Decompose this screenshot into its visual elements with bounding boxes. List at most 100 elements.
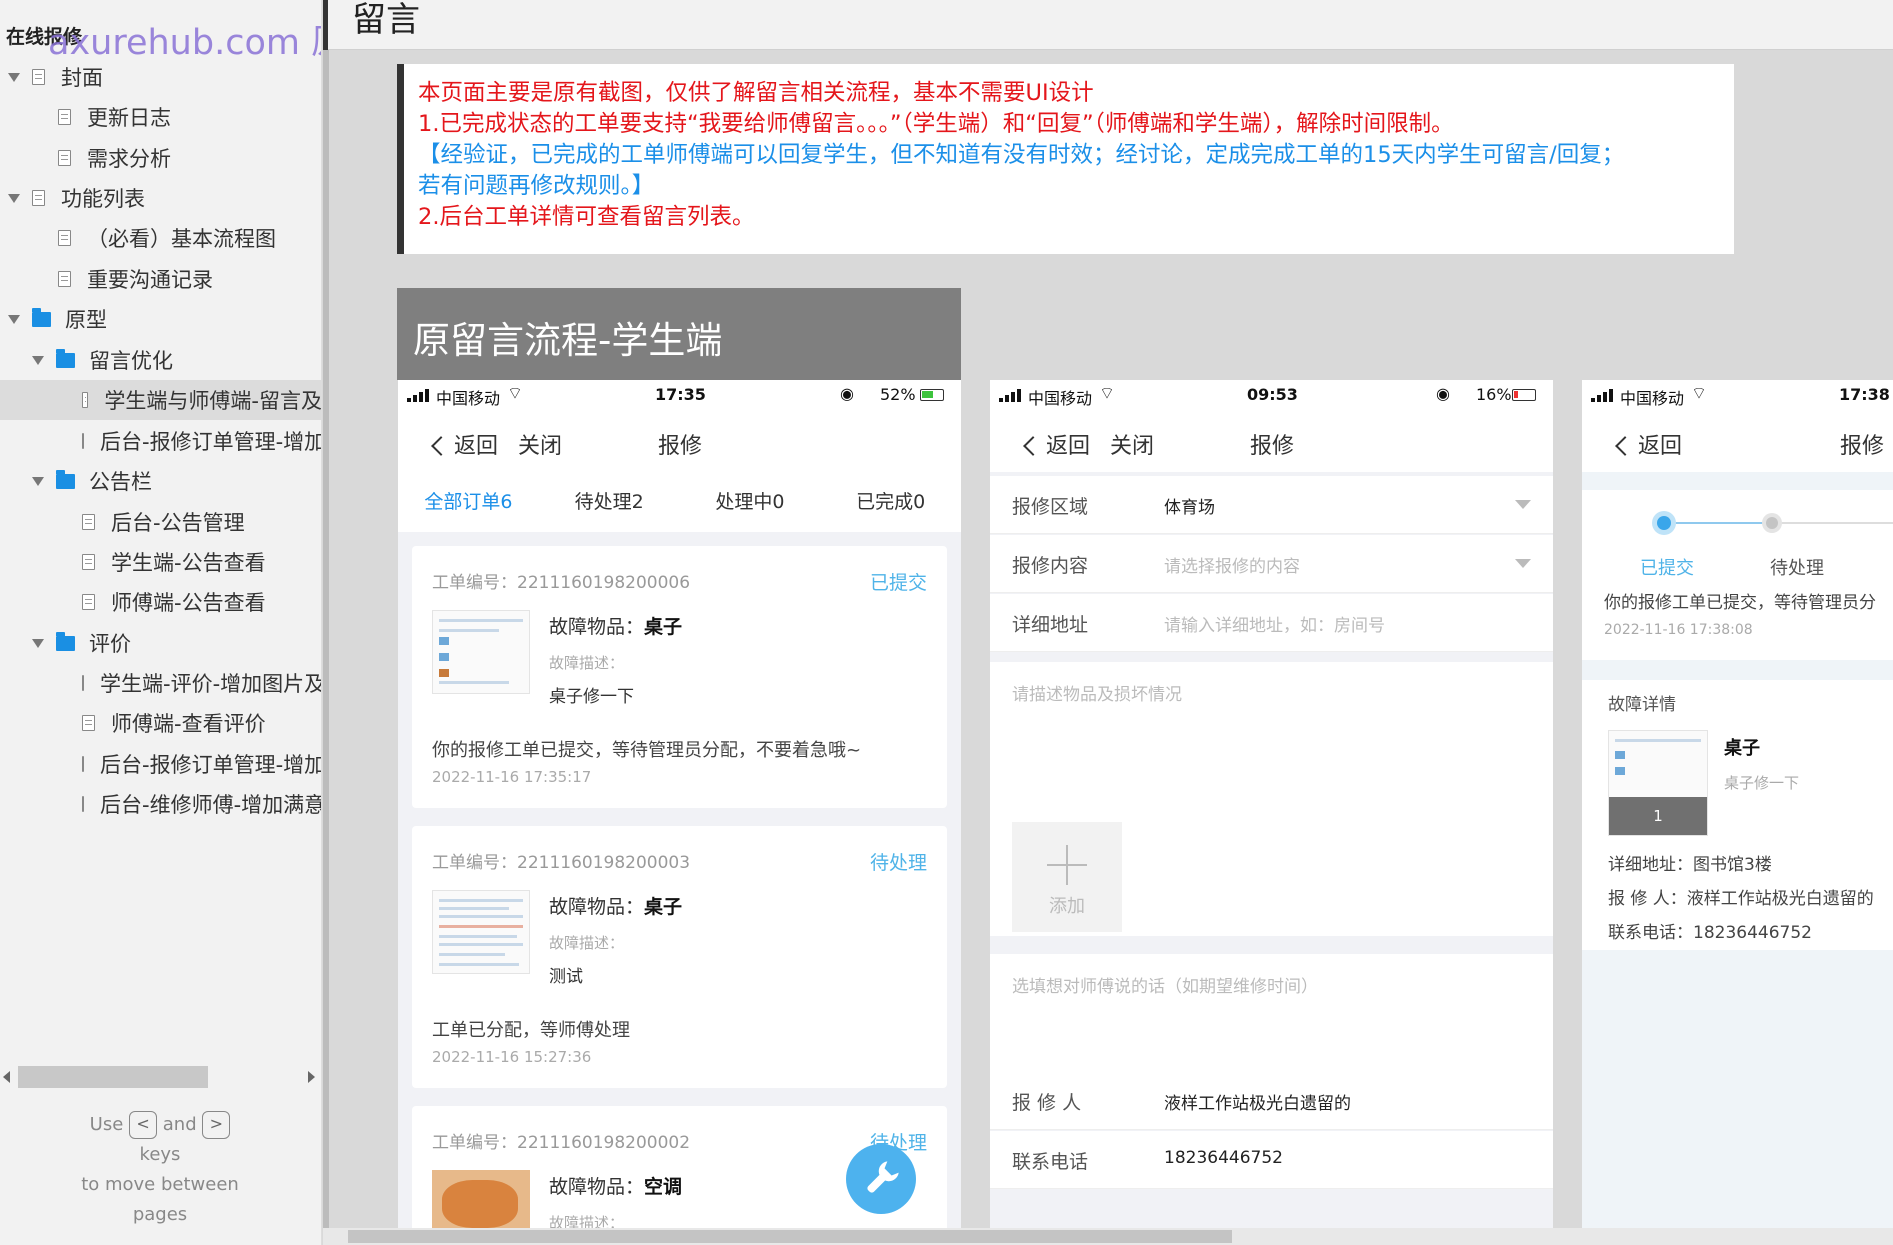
close-button[interactable]: 关闭	[518, 428, 562, 460]
order-card[interactable]: 工单编号：2211160198200006 已提交 故障物品：桌子 故障描述： …	[412, 546, 947, 808]
expand-arrow-icon[interactable]	[8, 314, 20, 324]
detail-thumbnail[interactable]: 1	[1608, 730, 1708, 836]
item-value: 空调	[644, 1176, 683, 1198]
note-line: 2.后台工单详情可查看留言列表。	[418, 204, 755, 230]
note-line: 1.已完成状态的工单要支持“我要给师傅留言。。。”（学生端）和“回复”（师傅端和…	[418, 111, 1454, 137]
reporter-row[interactable]: 报 修 人 液样工作站极光白遗留的	[990, 1072, 1553, 1130]
tab-pending[interactable]: 待处理2	[539, 472, 680, 532]
progress-message: 你的报修工单已提交，等待管理员分	[1604, 593, 1876, 613]
carrier: 中国移动	[436, 389, 501, 408]
page-icon	[58, 271, 71, 287]
back-button[interactable]: 返回	[1023, 428, 1090, 460]
tree-item-label: 留言优化	[89, 349, 173, 373]
note-line: 本页面主要是原有截图，仅供了解留言相关流程，基本不需要UI设计	[418, 80, 1094, 106]
step-label-pending: 待处理	[1770, 558, 1824, 579]
field-placeholder: 请选择报修的内容	[1164, 557, 1300, 577]
back-button[interactable]: 返回	[431, 428, 499, 460]
tree-item-message-opt[interactable]: 留言优化	[0, 340, 321, 380]
expand-arrow-icon[interactable]	[32, 355, 44, 365]
tree-item-admin-bulletin[interactable]: 后台-公告管理	[0, 502, 321, 542]
page-title: 留言	[352, 0, 420, 40]
tree-item-cover[interactable]: 封面	[0, 57, 321, 97]
order-number: 工单编号：2211160198200006	[432, 573, 691, 593]
back-label: 返回	[454, 434, 499, 459]
expand-arrow-icon[interactable]	[8, 193, 20, 203]
image-count: 1	[1609, 797, 1707, 835]
tree-item-bulletin[interactable]: 公告栏	[0, 461, 321, 501]
tree-item-feature-list[interactable]: 功能列表	[0, 178, 321, 218]
tab-all[interactable]: 全部订单6	[398, 472, 539, 532]
item-label: 故障物品：	[549, 616, 645, 638]
order-message: 工单已分配，等师傅处理	[432, 1020, 630, 1041]
tree-item-student-review[interactable]: 学生端-评价-增加图片及	[0, 663, 321, 703]
close-button[interactable]: 关闭	[1110, 428, 1154, 460]
status-bar: 中国移动 ⌔ 09:53 ◉ 16%	[990, 380, 1553, 410]
keyboard-hint: Use < and > keys to move between pages	[40, 1110, 280, 1230]
canvas-h-scrollbar-thumb[interactable]	[348, 1230, 1232, 1243]
order-number: 工单编号：2211160198200003	[432, 853, 691, 873]
back-button[interactable]: 返回	[1615, 428, 1682, 460]
tree-item-label: 封面	[61, 66, 103, 90]
scroll-left-arrow-icon[interactable]	[3, 1071, 10, 1083]
clock: 17:38	[1839, 385, 1890, 404]
field-value: 液样工作站极光白遗留的	[1164, 1094, 1351, 1114]
tree-item-master-review[interactable]: 师傅端-查看评价	[0, 703, 321, 743]
tree-item-flowchart[interactable]: （必看）基本流程图	[0, 218, 321, 258]
item-value: 桌子	[644, 616, 683, 638]
tab-completed[interactable]: 已完成0	[820, 472, 961, 532]
describe-textarea[interactable]: 请描述物品及损坏情况 添加	[990, 662, 1553, 936]
horizontal-scrollbar-thumb[interactable]	[18, 1066, 208, 1088]
detail-contact: 联系电话：18236446752	[1608, 923, 1812, 943]
folder-icon	[56, 631, 75, 651]
area-select[interactable]: 报修区域 体育场	[990, 476, 1553, 534]
content-select[interactable]: 报修内容 请选择报修的内容	[990, 535, 1553, 593]
order-time: 2022-11-16 17:35:17	[432, 768, 592, 786]
tree-item-admin-order-add[interactable]: 后台-报修订单管理-增加	[0, 421, 321, 461]
expand-arrow-icon[interactable]	[32, 476, 44, 486]
tree-item-student-master-message[interactable]: 学生端与师傅端-留言及	[0, 380, 321, 420]
order-card[interactable]: 工单编号：2211160198200003 待处理 故障物品：桌子 故障描述： …	[412, 826, 947, 1088]
tree-item-master-bulletin[interactable]: 师傅端-公告查看	[0, 582, 321, 622]
tree-item-communication[interactable]: 重要沟通记录	[0, 259, 321, 299]
item-label: 故障物品：	[549, 896, 645, 918]
scroll-right-arrow-icon[interactable]	[308, 1071, 315, 1083]
canvas-scrollbar[interactable]	[323, 50, 329, 1245]
tree-item-changelog[interactable]: 更新日志	[0, 97, 321, 137]
hint-text: to move between	[81, 1174, 239, 1195]
dropdown-caret-icon	[1515, 559, 1531, 568]
tree-item-prototype[interactable]: 原型	[0, 299, 321, 339]
field-label: 详细地址	[1012, 614, 1089, 636]
repair-fab-button[interactable]	[846, 1144, 916, 1214]
add-photo-button[interactable]: 添加	[1012, 822, 1122, 932]
textarea-placeholder: 选填想对师傅说的话（如期望维修时间）	[1012, 977, 1318, 997]
tree-item-requirements[interactable]: 需求分析	[0, 138, 321, 178]
address-field[interactable]: 详细地址 请输入详细地址，如：房间号	[990, 594, 1553, 652]
field-label: 报修区域	[1012, 496, 1089, 518]
tree-item-admin-order-add-2[interactable]: 后台-报修订单管理-增加	[0, 744, 321, 784]
phone-row[interactable]: 联系电话 18236446752	[990, 1131, 1553, 1189]
page-icon	[82, 675, 84, 691]
field-label: 报 修 人	[1012, 1092, 1082, 1114]
order-time: 2022-11-16 15:27:36	[432, 1048, 592, 1066]
flow-title-panel: 原留言流程-学生端	[397, 288, 961, 380]
expand-arrow-icon[interactable]	[8, 72, 20, 82]
progress-line	[1772, 522, 1893, 524]
tree-item-student-bulletin[interactable]: 学生端-公告查看	[0, 542, 321, 582]
tree-item-label: 更新日志	[87, 106, 171, 130]
note-line: 【经验证，已完成的工单师傅端可以回复学生，但不知道有没有时效；经讨论，定成完成工…	[418, 142, 1625, 168]
detail-address: 详细地址：图书馆3楼	[1608, 855, 1772, 875]
textarea-placeholder: 请描述物品及损坏情况	[1012, 685, 1182, 705]
expand-arrow-icon[interactable]	[32, 638, 44, 648]
tree-item-admin-master[interactable]: 后台-维修师傅-增加满意	[0, 784, 322, 824]
folder-icon	[56, 469, 75, 489]
tree-item-label: 后台-维修师傅-增加满意	[100, 793, 322, 817]
clock: 09:53	[1247, 385, 1298, 404]
field-value: 18236446752	[1164, 1148, 1283, 1168]
message-textarea[interactable]: 选填想对师傅说的话（如期望维修时间）	[990, 954, 1553, 1072]
tree-item-label: 后台-公告管理	[111, 511, 245, 535]
tree-item-review[interactable]: 评价	[0, 623, 321, 663]
tab-processing[interactable]: 处理中0	[680, 472, 821, 532]
battery-percent: 52%	[880, 385, 916, 404]
add-label: 添加	[1049, 896, 1085, 917]
battery-icon	[920, 389, 944, 401]
